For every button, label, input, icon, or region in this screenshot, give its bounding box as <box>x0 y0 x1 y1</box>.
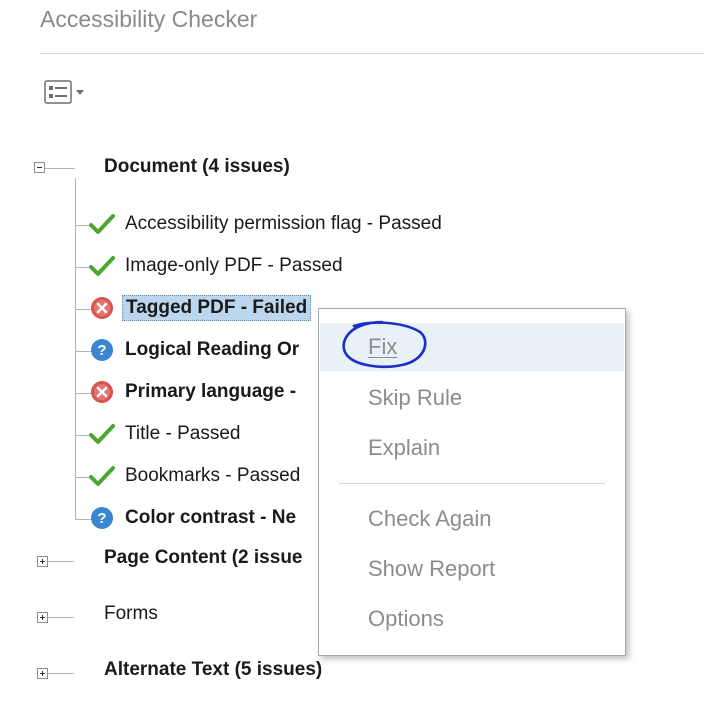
menu-item-fix[interactable]: Fix <box>320 323 624 371</box>
rule-label: Accessibility permission flag - Passed <box>125 213 442 234</box>
rule-logical-reading-order[interactable]: ? Logical Reading Or <box>88 336 302 364</box>
expander-alternate-text[interactable] <box>37 668 48 679</box>
options-menu-button[interactable] <box>44 80 94 106</box>
expander-forms[interactable] <box>37 612 48 623</box>
check-icon <box>88 462 116 490</box>
menu-item-skip-rule[interactable]: Skip Rule <box>320 374 624 422</box>
rule-label: Logical Reading Or <box>125 339 300 360</box>
group-page-content[interactable]: Page Content (2 issue <box>104 547 303 569</box>
svg-text:?: ? <box>97 342 106 359</box>
expander-stub <box>45 168 75 169</box>
group-alternate-text[interactable]: Alternate Text (5 issues) <box>104 659 322 681</box>
rule-label: Image-only PDF - Passed <box>125 255 343 276</box>
rule-title[interactable]: Title - Passed <box>88 420 243 448</box>
expander-stub <box>48 673 74 674</box>
menu-item-label: Fix <box>368 334 398 359</box>
expander-document[interactable] <box>34 162 45 173</box>
error-icon <box>88 294 116 322</box>
menu-item-show-report[interactable]: Show Report <box>320 545 624 593</box>
menu-item-label: Show Report <box>368 556 496 581</box>
menu-item-label: Check Again <box>368 506 492 531</box>
tree-connector-vertical <box>75 178 76 520</box>
help-icon: ? <box>88 504 116 532</box>
menu-item-explain[interactable]: Explain <box>320 424 624 472</box>
menu-item-label: Explain <box>368 435 441 460</box>
svg-text:?: ? <box>97 510 106 527</box>
rule-label: Title - Passed <box>125 423 241 444</box>
menu-item-check-again[interactable]: Check Again <box>320 495 624 543</box>
rule-tagged-pdf[interactable]: Tagged PDF - Failed <box>88 294 312 322</box>
expander-page-content[interactable] <box>37 556 48 567</box>
check-icon <box>88 420 116 448</box>
list-options-icon <box>44 80 84 104</box>
expander-stub <box>48 561 74 562</box>
rule-bookmarks[interactable]: Bookmarks - Passed <box>88 462 303 490</box>
rule-label: Tagged PDF - Failed <box>122 295 312 321</box>
help-icon: ? <box>88 336 116 364</box>
rule-primary-language[interactable]: Primary language - <box>88 378 299 406</box>
menu-item-label: Skip Rule <box>368 385 463 410</box>
rule-accessibility-permission-flag[interactable]: Accessibility permission flag - Passed <box>88 210 445 238</box>
rule-label: Color contrast - Ne <box>125 507 297 528</box>
rule-color-contrast[interactable]: ? Color contrast - Ne <box>88 504 299 532</box>
title-divider <box>40 53 704 54</box>
rule-label: Primary language - <box>125 381 297 402</box>
expander-stub <box>48 617 74 618</box>
menu-separator <box>339 483 605 484</box>
context-menu: Fix Skip Rule Explain Check Again Show R… <box>318 308 626 656</box>
menu-item-options[interactable]: Options <box>320 595 624 643</box>
rule-label: Bookmarks - Passed <box>125 465 301 486</box>
rule-image-only-pdf[interactable]: Image-only PDF - Passed <box>88 252 346 280</box>
panel-title: Accessibility Checker <box>40 6 258 32</box>
menu-item-label: Options <box>368 606 444 631</box>
check-icon <box>88 210 116 238</box>
group-document[interactable]: Document (4 issues) <box>104 156 290 178</box>
error-icon <box>88 378 116 406</box>
check-icon <box>88 252 116 280</box>
group-forms[interactable]: Forms <box>104 603 158 625</box>
